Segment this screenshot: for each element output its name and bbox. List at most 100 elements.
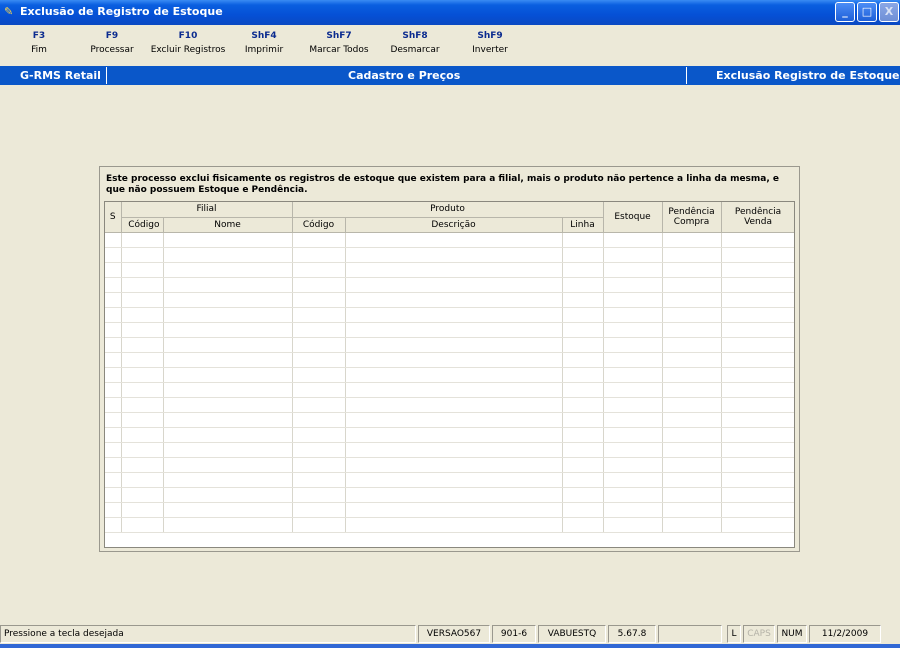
table-cell bbox=[292, 307, 346, 323]
table-cell bbox=[292, 472, 346, 488]
col-header-line: Venda bbox=[744, 216, 772, 227]
col-header-filial-codigo[interactable]: Código bbox=[121, 217, 164, 233]
table-row[interactable] bbox=[105, 367, 794, 383]
table-cell bbox=[292, 262, 346, 278]
table-cell bbox=[105, 292, 122, 308]
fkey-label: Inverter bbox=[472, 45, 508, 55]
fkey-label: Marcar Todos bbox=[309, 45, 369, 55]
table-cell bbox=[121, 472, 164, 488]
table-cell bbox=[345, 382, 563, 398]
col-header-s[interactable]: S bbox=[105, 202, 122, 233]
table-cell bbox=[721, 277, 794, 293]
table-cell bbox=[121, 487, 164, 503]
table-cell bbox=[662, 262, 722, 278]
fkey-f10-button[interactable]: F10 Excluir Registros bbox=[150, 31, 226, 55]
table-row[interactable] bbox=[105, 322, 794, 338]
table-row[interactable] bbox=[105, 472, 794, 488]
minimize-button[interactable]: _ bbox=[835, 2, 855, 22]
table-cell bbox=[163, 457, 293, 473]
table-cell bbox=[105, 397, 122, 413]
table-cell bbox=[163, 322, 293, 338]
table-cell bbox=[345, 487, 563, 503]
table-cell bbox=[662, 517, 722, 533]
table-cell bbox=[662, 412, 722, 428]
col-header-filial-nome[interactable]: Nome bbox=[163, 217, 293, 233]
col-header-line: Compra bbox=[673, 216, 710, 227]
table-cell bbox=[292, 502, 346, 518]
table-cell bbox=[105, 307, 122, 323]
table-cell bbox=[662, 247, 722, 263]
table-cell bbox=[345, 247, 563, 263]
table-cell bbox=[562, 487, 604, 503]
table-cell bbox=[105, 352, 122, 368]
table-row[interactable] bbox=[105, 247, 794, 263]
fkey-f3-button[interactable]: F3 Fim bbox=[27, 31, 51, 55]
col-header-line: Pendência bbox=[734, 206, 782, 217]
col-header-produto-descricao[interactable]: Descrição bbox=[345, 217, 563, 233]
table-cell bbox=[345, 352, 563, 368]
status-program: VABUESTQ bbox=[538, 625, 606, 643]
table-cell bbox=[345, 427, 563, 443]
table-cell bbox=[662, 457, 722, 473]
table-row[interactable] bbox=[105, 262, 794, 278]
table-cell bbox=[603, 397, 663, 413]
fkey-key: ShF8 bbox=[402, 31, 428, 41]
table-row[interactable] bbox=[105, 442, 794, 458]
table-cell bbox=[721, 247, 794, 263]
table-cell bbox=[603, 367, 663, 383]
table-row[interactable] bbox=[105, 232, 794, 248]
status-version: VERSAO567 bbox=[418, 625, 490, 643]
table-cell bbox=[105, 247, 122, 263]
table-row[interactable] bbox=[105, 502, 794, 518]
table-row[interactable] bbox=[105, 457, 794, 473]
table-cell bbox=[603, 232, 663, 248]
table-row[interactable] bbox=[105, 427, 794, 443]
table-cell bbox=[292, 427, 346, 443]
col-group-filial: Filial bbox=[121, 202, 293, 218]
bottom-strip bbox=[0, 644, 900, 648]
table-cell bbox=[163, 277, 293, 293]
fkey-key: ShF7 bbox=[326, 31, 352, 41]
table-cell bbox=[345, 292, 563, 308]
table-cell bbox=[121, 277, 164, 293]
table-cell bbox=[603, 352, 663, 368]
table-cell bbox=[562, 307, 604, 323]
col-header-pendencia-compra[interactable]: Pendência Compra bbox=[662, 202, 722, 233]
table-cell bbox=[292, 487, 346, 503]
col-header-produto-codigo[interactable]: Código bbox=[292, 217, 346, 233]
close-button[interactable]: X bbox=[879, 2, 899, 22]
table-row[interactable] bbox=[105, 517, 794, 533]
table-cell bbox=[105, 442, 122, 458]
table-cell bbox=[105, 517, 122, 533]
col-header-produto-linha[interactable]: Linha bbox=[562, 217, 604, 233]
table-cell bbox=[603, 412, 663, 428]
table-cell bbox=[105, 427, 122, 443]
table-cell bbox=[662, 502, 722, 518]
process-description: Este processo exclui fisicamente os regi… bbox=[106, 174, 780, 195]
table-cell bbox=[163, 382, 293, 398]
table-row[interactable] bbox=[105, 412, 794, 428]
stock-records-grid[interactable]: S Filial Produto Estoque Pendência Compr… bbox=[104, 201, 795, 548]
table-row[interactable] bbox=[105, 397, 794, 413]
table-row[interactable] bbox=[105, 382, 794, 398]
col-header-pendencia-venda[interactable]: Pendência Venda bbox=[721, 202, 794, 233]
table-row[interactable] bbox=[105, 292, 794, 308]
screen-name: Exclusão Registro de Estoque bbox=[716, 69, 900, 82]
fkey-f9-button[interactable]: F9 Processar bbox=[88, 31, 136, 55]
table-row[interactable] bbox=[105, 277, 794, 293]
col-header-estoque[interactable]: Estoque bbox=[603, 202, 663, 233]
table-cell bbox=[121, 247, 164, 263]
fkey-shf9-button[interactable]: ShF9 Inverter bbox=[466, 31, 514, 55]
maximize-button[interactable]: □ bbox=[857, 2, 877, 22]
table-row[interactable] bbox=[105, 487, 794, 503]
table-row[interactable] bbox=[105, 307, 794, 323]
fkey-shf7-button[interactable]: ShF7 Marcar Todos bbox=[306, 31, 372, 55]
table-row[interactable] bbox=[105, 352, 794, 368]
table-cell bbox=[105, 232, 122, 248]
table-cell bbox=[105, 472, 122, 488]
table-row[interactable] bbox=[105, 337, 794, 353]
fkey-shf4-button[interactable]: ShF4 Imprimir bbox=[243, 31, 285, 55]
fkey-shf8-button[interactable]: ShF8 Desmarcar bbox=[388, 31, 442, 55]
table-cell bbox=[105, 277, 122, 293]
table-cell bbox=[121, 457, 164, 473]
